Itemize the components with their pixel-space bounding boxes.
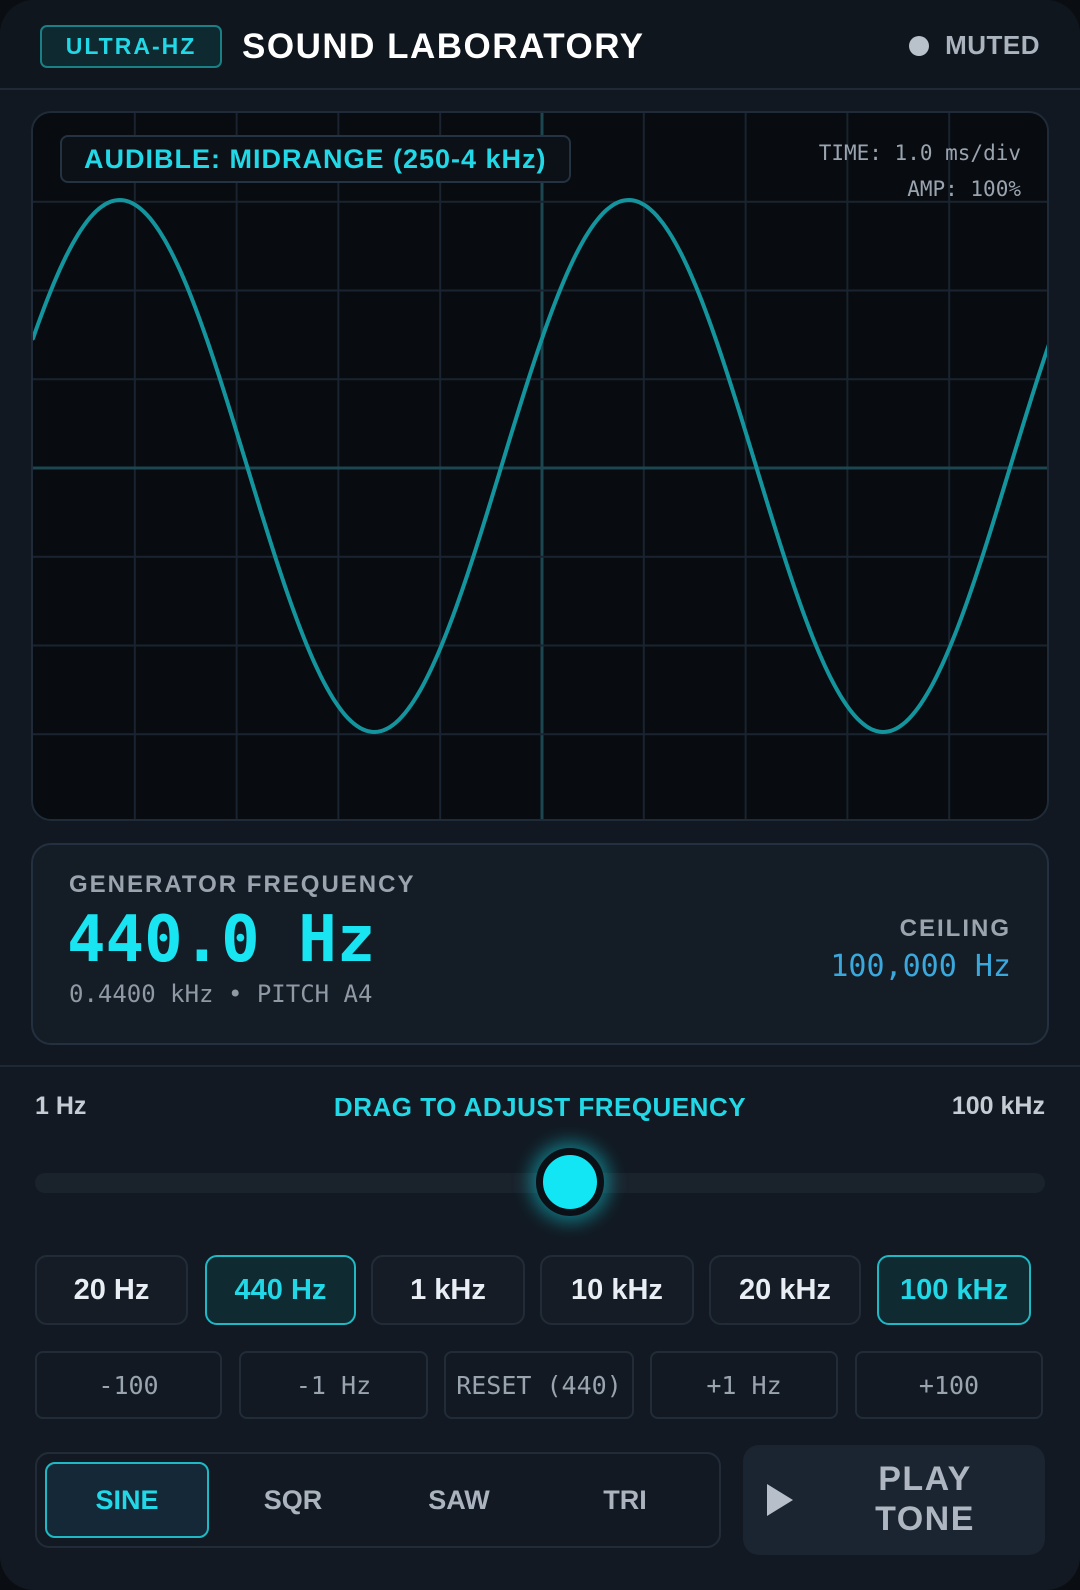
ceiling-label: CEILING (899, 915, 1011, 942)
minus-1hz-button[interactable]: -1 Hz (239, 1351, 428, 1419)
app-title: SOUND LABORATORY (242, 27, 645, 66)
waveform-selector: SINE SQR SAW TRI (35, 1452, 721, 1548)
waveform-saw[interactable]: SAW (377, 1462, 541, 1538)
play-label-line1: PLAY (878, 1460, 972, 1498)
slider-max-label: 100 kHz (951, 1092, 1045, 1120)
brand-badge: ULTRA-HZ (40, 25, 222, 68)
plus-100-button[interactable]: +100 (855, 1351, 1043, 1419)
preset-100khz[interactable]: 100 kHz (877, 1255, 1031, 1325)
status-label: MUTED (945, 30, 1040, 60)
slider-hint: DRAG TO ADJUST FREQUENCY (333, 1092, 747, 1122)
oscilloscope-display: AUDIBLE: MIDRANGE (250-4 kHz) TIME: 1.0 … (31, 111, 1049, 821)
preset-20hz[interactable]: 20 Hz (35, 1255, 188, 1325)
scope-grid (33, 113, 1047, 819)
oscilloscope-canvas (33, 113, 1047, 819)
frequency-panel: GENERATOR FREQUENCY 440.0 Hz 0.4400 kHz … (31, 843, 1049, 1045)
waveform-square[interactable]: SQR (211, 1462, 375, 1538)
play-icon (767, 1484, 793, 1516)
waveform-triangle[interactable]: TRI (543, 1462, 707, 1538)
preset-1khz[interactable]: 1 kHz (371, 1255, 525, 1325)
frequency-value: 440.0 Hz (67, 903, 376, 977)
frequency-subtext: 0.4400 kHz • PITCH A4 (69, 980, 373, 1008)
frequency-label: GENERATOR FREQUENCY (69, 871, 416, 898)
status-dot-icon (909, 35, 930, 56)
preset-row: 20 Hz 440 Hz 1 kHz 10 kHz 20 kHz 100 kHz (35, 1255, 1045, 1325)
preset-10khz[interactable]: 10 kHz (540, 1255, 694, 1325)
band-label: AUDIBLE: MIDRANGE (250-4 kHz) (60, 135, 571, 183)
frequency-slider-thumb[interactable] (536, 1148, 605, 1216)
play-label-line2: TONE (875, 1500, 975, 1538)
ceiling-value: 100,000 Hz (830, 949, 1011, 984)
play-tone-label: PLAY TONE (825, 1459, 1025, 1539)
sound-lab-app: ULTRA-HZ SOUND LABORATORY MUTED AUDIBLE:… (0, 0, 1080, 1590)
header: ULTRA-HZ SOUND LABORATORY MUTED (0, 0, 1080, 90)
time-readout: TIME: 1.0 ms/div (818, 141, 1021, 165)
scope-readout: TIME: 1.0 ms/div AMP: 100% (819, 135, 1021, 207)
play-tone-button[interactable]: PLAY TONE (743, 1445, 1045, 1555)
mute-status[interactable]: MUTED (909, 30, 1040, 61)
preset-440hz[interactable]: 440 Hz (205, 1255, 356, 1325)
reset-button[interactable]: RESET (440) (444, 1351, 634, 1419)
preset-20khz[interactable]: 20 kHz (709, 1255, 861, 1325)
plus-1hz-button[interactable]: +1 Hz (650, 1351, 838, 1419)
minus-100-button[interactable]: -100 (35, 1351, 222, 1419)
waveform-sine[interactable]: SINE (45, 1462, 209, 1538)
amp-readout: AMP: 100% (907, 177, 1021, 201)
fine-tune-row: -100 -1 Hz RESET (440) +1 Hz +100 (35, 1351, 1045, 1419)
